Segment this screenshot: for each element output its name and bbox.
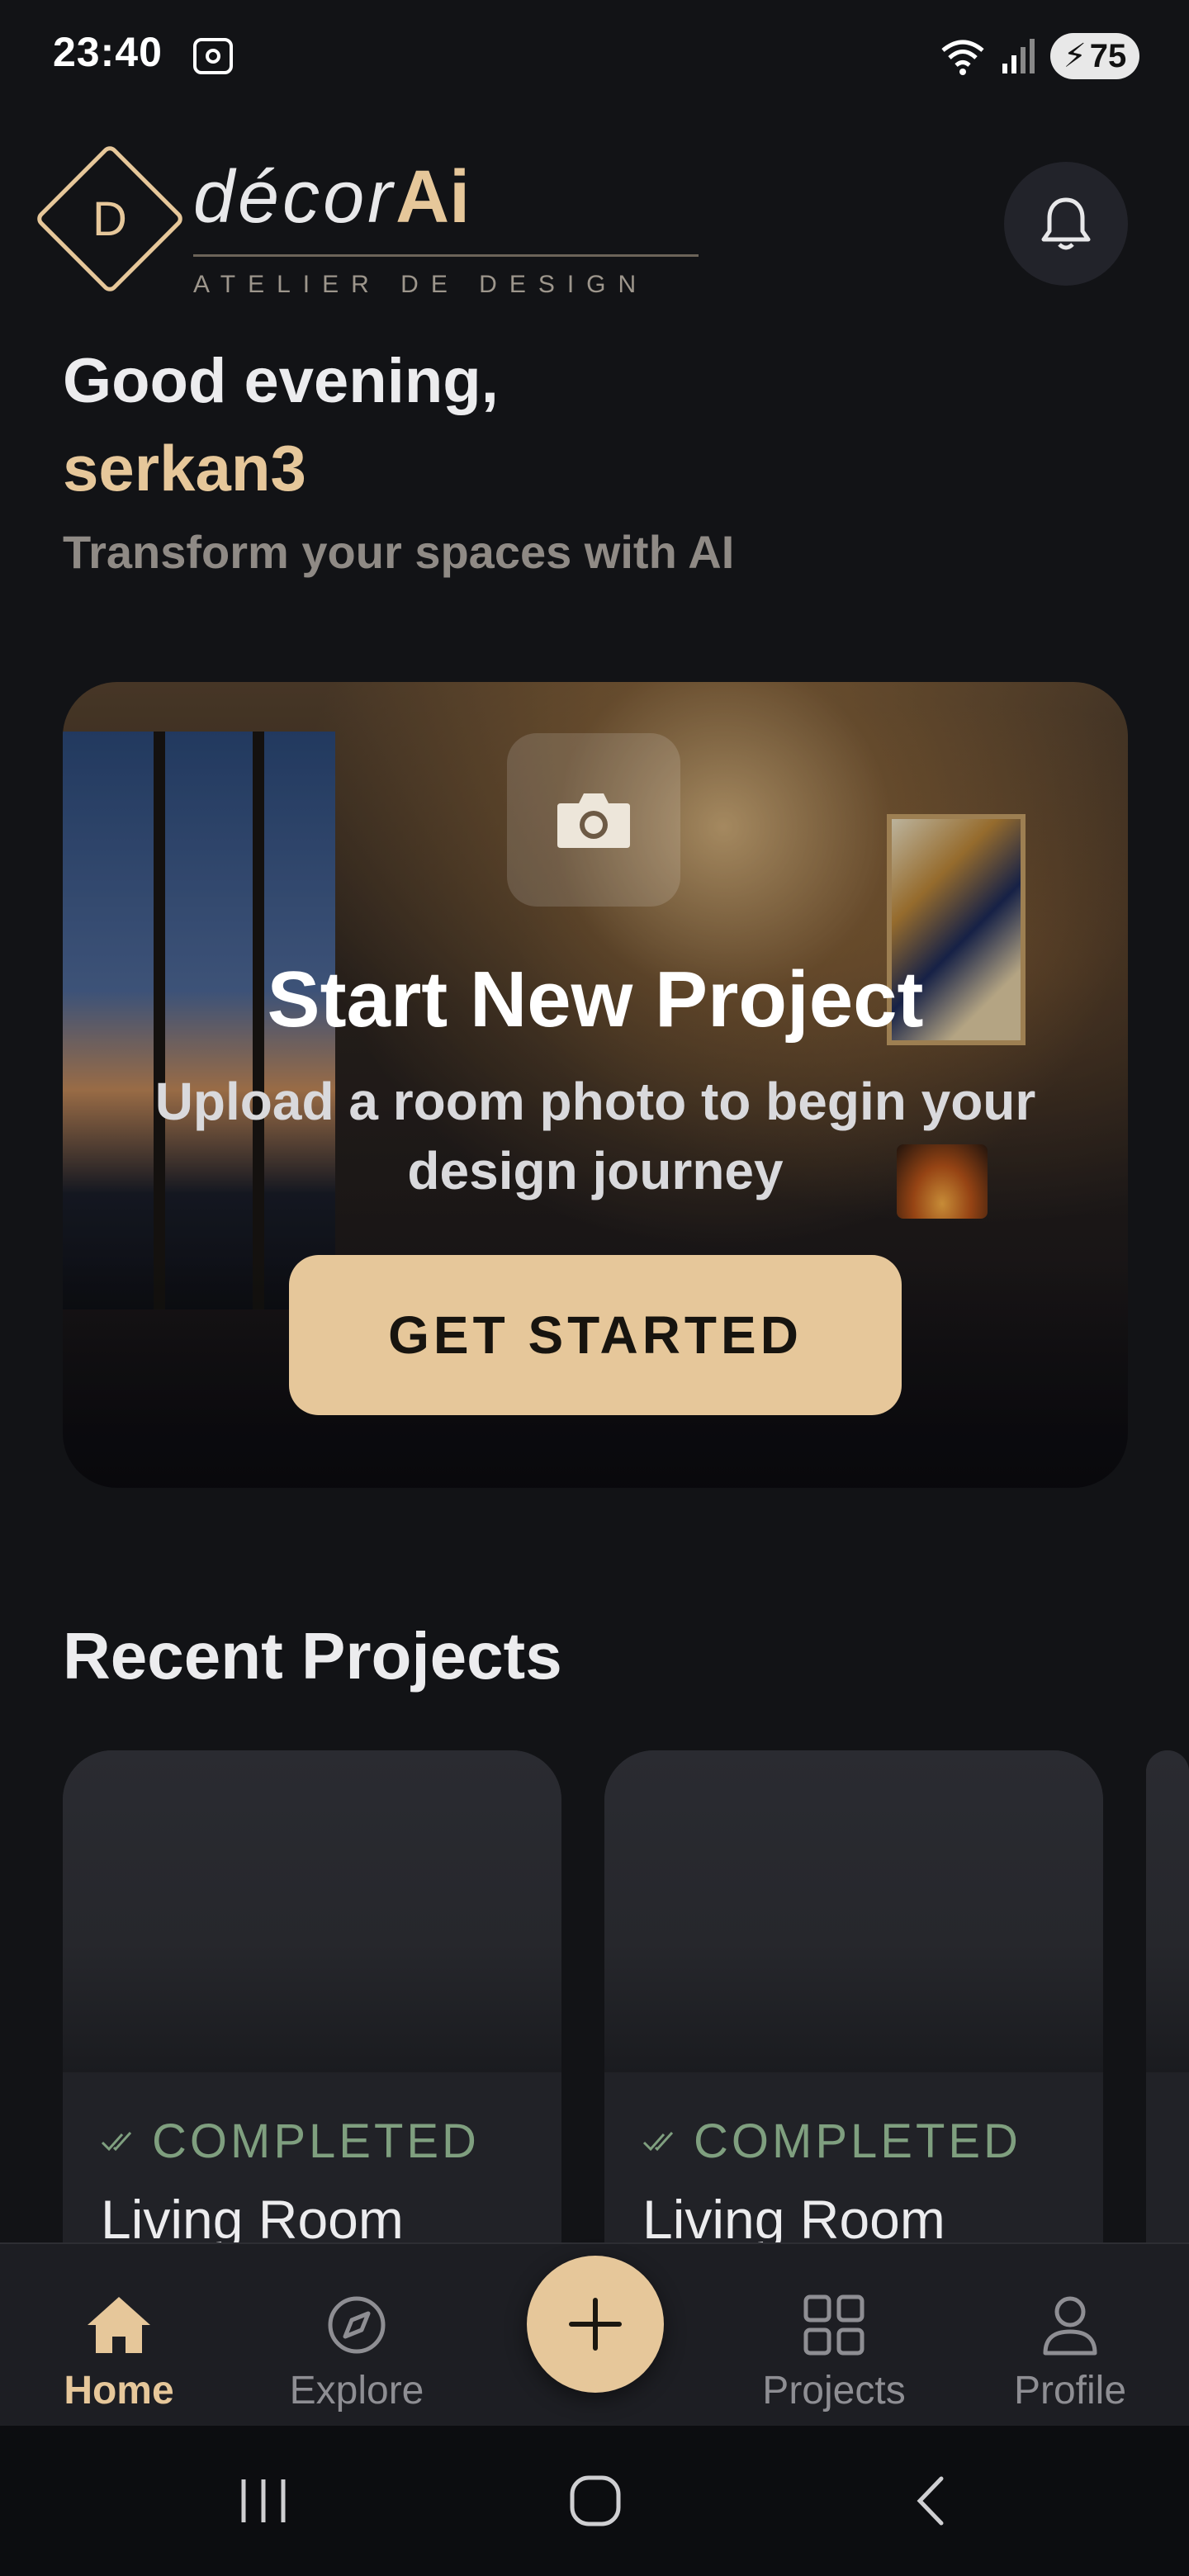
project-thumbnail [63, 1750, 561, 2072]
system-navigation-bar [0, 2426, 1189, 2576]
grid-icon [803, 2294, 865, 2356]
project-name: Living Room [642, 2189, 945, 2246]
project-card-partial[interactable] [1146, 1750, 1189, 2246]
project-thumbnail [1146, 1750, 1189, 2072]
project-status: COMPLETED [642, 2114, 1021, 2169]
brand-divider [193, 254, 699, 257]
logo-letter: D [92, 192, 127, 246]
greeting-subtitle: Transform your spaces with AI [63, 526, 735, 578]
status-indicators: ⚡ 75 [938, 31, 1139, 81]
recent-projects-title: Recent Projects [63, 1619, 562, 1693]
project-status: COMPLETED [101, 2114, 480, 2169]
home-system-button[interactable] [558, 2464, 632, 2538]
nav-profile[interactable]: Profile [988, 2294, 1153, 2413]
status-label: COMPLETED [152, 2114, 480, 2168]
greeting-text: Good evening, [63, 346, 499, 416]
status-time: 23:40 [53, 29, 163, 75]
battery-level: 75 [1089, 37, 1127, 74]
status-bar: 23:40 ⚡ 75 [0, 0, 1189, 112]
brand-tagline: ATELIER DE DESIGN [193, 271, 649, 298]
home-icon [88, 2297, 150, 2353]
back-button[interactable] [893, 2464, 968, 2538]
project-info: COMPLETED Living Room [63, 2072, 561, 2246]
battery-indicator: ⚡ 75 [1050, 33, 1139, 79]
recent-apps-icon [241, 2479, 286, 2522]
home-system-icon [570, 2475, 621, 2526]
brand-suffix: Ai [396, 156, 471, 239]
start-project-card[interactable]: Start New Project Upload a room photo to… [63, 682, 1128, 1488]
status-label: COMPLETED [694, 2114, 1021, 2168]
username: serkan3 [63, 432, 306, 504]
project-thumbnail [604, 1750, 1103, 2072]
camera-icon [557, 793, 630, 848]
project-info: COMPLETED Living Room [604, 2072, 1103, 2246]
hero-title: Start New Project [267, 955, 924, 1044]
check-icon [101, 2131, 132, 2151]
get-started-button[interactable]: GET STARTED [289, 1255, 902, 1415]
bell-icon [1041, 197, 1091, 250]
add-project-button[interactable] [527, 2256, 664, 2393]
screenshot-icon [193, 38, 233, 74]
nav-projects[interactable]: Projects [751, 2294, 917, 2413]
check-icon [642, 2131, 674, 2151]
hero-subtitle: Upload a room photo to begin your design… [154, 1072, 1036, 1200]
compass-icon [328, 2296, 386, 2354]
camera-badge [507, 733, 680, 907]
brand-prefix: décor [193, 156, 396, 239]
user-icon [1043, 2296, 1097, 2356]
brand-name: décorAi [193, 155, 470, 240]
project-name: Living Room [101, 2189, 404, 2246]
nav-explore[interactable]: Explore [274, 2294, 439, 2413]
signal-icon [1002, 39, 1035, 73]
nav-label: Explore [289, 2369, 424, 2413]
charging-icon: ⚡ [1063, 38, 1087, 74]
nav-label: Home [64, 2369, 174, 2413]
nav-home[interactable]: Home [36, 2294, 201, 2413]
notifications-button[interactable] [1004, 162, 1128, 286]
back-icon [917, 2476, 944, 2526]
nav-label: Projects [762, 2369, 906, 2413]
wifi-icon [941, 40, 984, 75]
recent-apps-button[interactable] [226, 2464, 301, 2538]
project-card[interactable]: COMPLETED Living Room [604, 1750, 1103, 2246]
nav-label: Profile [1013, 2369, 1127, 2413]
project-info [1146, 2072, 1189, 2246]
project-card[interactable]: COMPLETED Living Room [63, 1750, 561, 2246]
plus-icon [569, 2298, 622, 2351]
